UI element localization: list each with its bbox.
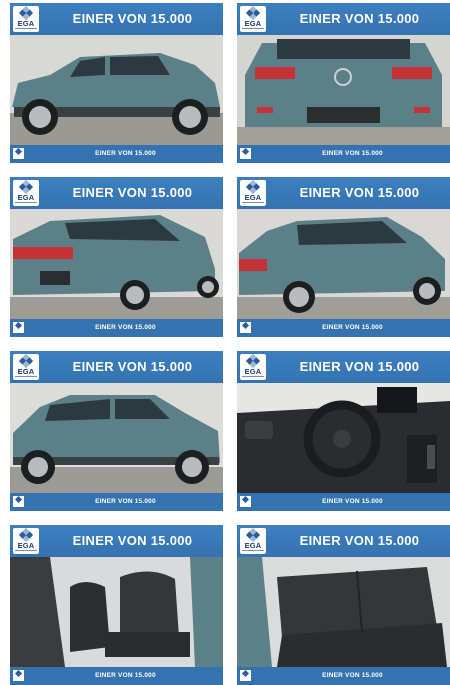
image-header-banner: EGA EINER VON 15.000 <box>237 3 450 35</box>
gallery-image-5[interactable]: EGA EINER VON 15.000 EINER VON 15.000 <box>10 351 223 511</box>
dealer-logo-small <box>240 147 251 159</box>
banner-headline: EINER VON 15.000 <box>299 11 420 26</box>
car-photo-side-left <box>10 35 223 145</box>
image-footer-banner: EINER VON 15.000 <box>237 319 450 337</box>
dealer-logo: EGA <box>13 527 39 554</box>
banner-headline: EINER VON 15.000 <box>299 185 420 200</box>
car-photo-rear-quarter-right <box>237 209 450 319</box>
footer-text: EINER VON 15.000 <box>95 498 156 505</box>
footer-text: EINER VON 15.000 <box>322 150 383 157</box>
footer-text: EINER VON 15.000 <box>322 324 383 331</box>
dealer-logo: EGA <box>240 527 266 554</box>
gallery-image-2[interactable]: EGA EINER VON 15.000 EINER VON 15.000 <box>237 3 450 163</box>
dealer-logo-small <box>13 321 24 333</box>
image-footer-banner: EINER VON 15.000 <box>10 319 223 337</box>
dealer-logo: EGA <box>13 353 39 380</box>
interior-photo-rear-seats <box>237 557 450 667</box>
dealer-logo: EGA <box>13 5 39 32</box>
interior-photo-front-seats <box>10 557 223 667</box>
image-header-banner: EGA EINER VON 15.000 <box>237 177 450 209</box>
image-header-banner: EGA EINER VON 15.000 <box>10 3 223 35</box>
banner-headline: EINER VON 15.000 <box>72 533 193 548</box>
dealer-logo: EGA <box>240 353 266 380</box>
image-footer-banner: EINER VON 15.000 <box>237 493 450 511</box>
banner-headline: EINER VON 15.000 <box>72 359 193 374</box>
image-header-banner: EGA EINER VON 15.000 <box>10 525 223 557</box>
banner-headline: EINER VON 15.000 <box>72 185 193 200</box>
gallery-image-3[interactable]: EGA EINER VON 15.000 EINER VON 15.000 <box>10 177 223 337</box>
gallery-image-7[interactable]: EGA EINER VON 15.000 EINER VON 15.000 <box>10 525 223 685</box>
dealer-logo-small <box>240 321 251 333</box>
car-photo-rear <box>237 35 450 145</box>
car-photo-side-right <box>10 383 223 493</box>
photo-gallery-grid: EGA EINER VON 15.000 EINER VON 15.000 EG… <box>0 0 450 685</box>
banner-headline: EINER VON 15.000 <box>299 359 420 374</box>
footer-text: EINER VON 15.000 <box>322 498 383 505</box>
car-photo-rear-quarter-left <box>10 209 223 319</box>
footer-text: EINER VON 15.000 <box>95 324 156 331</box>
footer-text: EINER VON 15.000 <box>322 672 383 679</box>
gallery-image-4[interactable]: EGA EINER VON 15.000 EINER VON 15.000 <box>237 177 450 337</box>
image-header-banner: EGA EINER VON 15.000 <box>10 351 223 383</box>
banner-headline: EINER VON 15.000 <box>299 533 420 548</box>
image-footer-banner: EINER VON 15.000 <box>10 493 223 511</box>
gallery-image-8[interactable]: EGA EINER VON 15.000 EINER VON 15.000 <box>237 525 450 685</box>
image-header-banner: EGA EINER VON 15.000 <box>10 177 223 209</box>
dealer-logo-small <box>13 147 24 159</box>
dealer-logo: EGA <box>240 5 266 32</box>
image-footer-banner: EINER VON 15.000 <box>10 145 223 163</box>
dealer-logo: EGA <box>240 179 266 206</box>
gallery-image-1[interactable]: EGA EINER VON 15.000 EINER VON 15.000 <box>10 3 223 163</box>
footer-text: EINER VON 15.000 <box>95 672 156 679</box>
image-header-banner: EGA EINER VON 15.000 <box>237 525 450 557</box>
image-footer-banner: EINER VON 15.000 <box>237 145 450 163</box>
image-footer-banner: EINER VON 15.000 <box>237 667 450 685</box>
banner-headline: EINER VON 15.000 <box>72 11 193 26</box>
dealer-logo-small <box>13 669 24 681</box>
dealer-logo-small <box>240 669 251 681</box>
footer-text: EINER VON 15.000 <box>95 150 156 157</box>
dealer-logo-small <box>240 495 251 507</box>
interior-photo-dashboard <box>237 383 450 493</box>
image-header-banner: EGA EINER VON 15.000 <box>237 351 450 383</box>
image-footer-banner: EINER VON 15.000 <box>10 667 223 685</box>
gallery-image-6[interactable]: EGA EINER VON 15.000 EINER VON 15.000 <box>237 351 450 511</box>
dealer-logo-small <box>13 495 24 507</box>
dealer-logo: EGA <box>13 179 39 206</box>
